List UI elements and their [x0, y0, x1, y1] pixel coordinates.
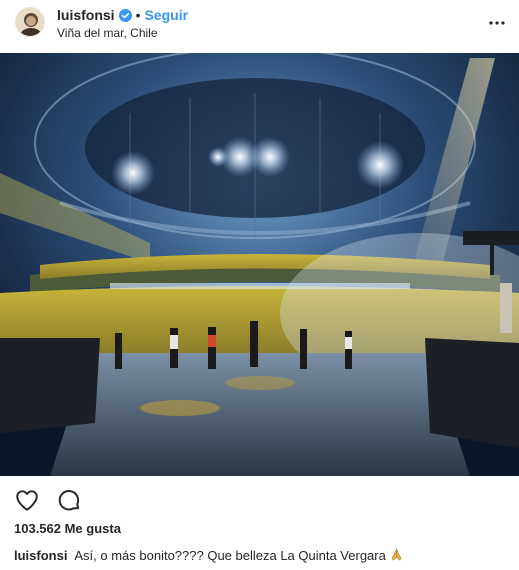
follow-button[interactable]: Seguir — [144, 7, 188, 23]
post-caption: luisfonsi Así, o más bonito???? Que bell… — [14, 547, 404, 563]
username-row: luisfonsi • Seguir — [57, 6, 188, 24]
verified-badge-icon — [118, 8, 132, 22]
username[interactable]: luisfonsi — [57, 7, 115, 23]
post-photo[interactable] — [0, 53, 519, 476]
location-link[interactable]: Viña del mar, Chile — [57, 26, 158, 40]
post-actions — [14, 487, 82, 513]
likes-count[interactable]: 103.562 Me gusta — [14, 521, 121, 536]
more-options-icon[interactable] — [488, 14, 506, 32]
separator-dot: • — [135, 7, 141, 23]
avatar[interactable] — [15, 7, 45, 37]
post-header: luisfonsi • Seguir Viña del mar, Chile — [0, 0, 519, 53]
heart-icon[interactable] — [14, 487, 40, 513]
caption-username[interactable]: luisfonsi — [14, 548, 67, 563]
folded-hands-emoji — [389, 547, 404, 562]
caption-text: Así, o más bonito???? Que belleza La Qui… — [74, 548, 386, 563]
instagram-post: luisfonsi • Seguir Viña del mar, Chile 1… — [0, 0, 519, 570]
comment-bubble-icon[interactable] — [56, 487, 82, 513]
